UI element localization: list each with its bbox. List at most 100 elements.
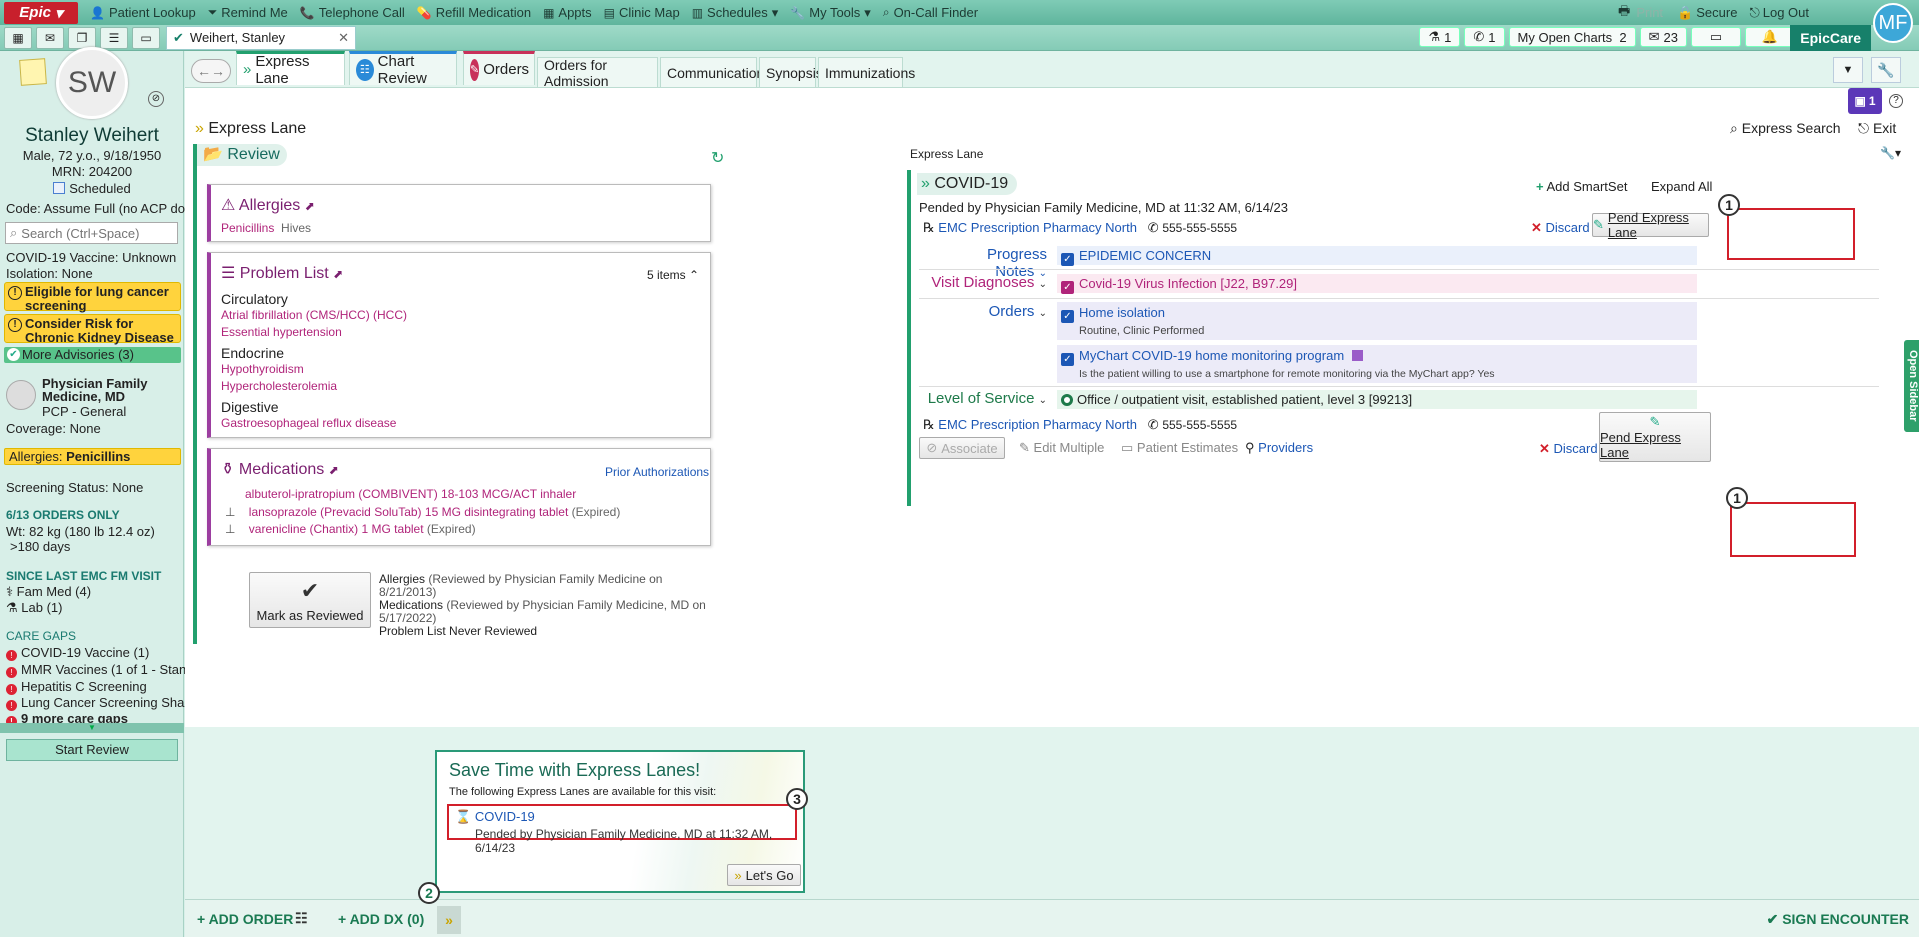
more-activities-button[interactable]: ▼ xyxy=(1833,57,1863,83)
covid-vaccine-status[interactable]: COVID-19 Vaccine: Unknown xyxy=(6,250,176,265)
schedule-button[interactable]: ▦ xyxy=(4,26,32,49)
checkbox-checked-icon[interactable]: ✓ xyxy=(1061,310,1074,323)
allergies-title[interactable]: ⚠ Allergies ⬈ xyxy=(221,195,315,215)
level-of-service-item[interactable]: Office / outpatient visit, established p… xyxy=(1057,390,1697,409)
care-gap-item[interactable]: ! Hepatitis C Screening xyxy=(6,679,147,695)
progress-notes-item[interactable]: ✓ EPIDEMIC CONCERN xyxy=(1057,246,1697,266)
start-review-button[interactable]: Start Review xyxy=(6,739,178,761)
patient-name[interactable]: Stanley Weihert xyxy=(0,125,184,147)
level-of-service-label[interactable]: Level of Service ⌄ xyxy=(917,390,1047,407)
add-smartset-button[interactable]: + Add SmartSet xyxy=(1536,179,1627,194)
tools-button[interactable]: 🔧 xyxy=(1871,57,1901,83)
order-item[interactable]: ✓ Home isolation Routine, Clinic Performed xyxy=(1057,302,1697,340)
edit-photo-icon[interactable]: ⊘ xyxy=(148,91,164,107)
tab-chart-review[interactable]: ☷ Chart Review xyxy=(349,51,457,87)
chat-pill[interactable]: ▭ xyxy=(1691,27,1741,47)
care-gap-item[interactable]: ! MMR Vaccines (1 of 1 - Stand... xyxy=(6,662,204,678)
discard-button-2[interactable]: ✕ Discard xyxy=(1539,441,1598,457)
refresh-icon[interactable]: ↻ xyxy=(711,148,724,168)
advisory-lung-cancer[interactable]: ! Eligible for lung cancer screening xyxy=(4,282,181,313)
pend-express-lane-button-2[interactable]: ✎ Pend Express Lane xyxy=(1599,412,1711,462)
coverage-status[interactable]: Coverage: None xyxy=(6,421,101,436)
open-sidebar-tab[interactable]: Open Sidebar xyxy=(1904,340,1919,432)
advisory-ckd[interactable]: ! Consider Risk for Chronic Kidney Diseas… xyxy=(4,314,181,345)
search-input[interactable] xyxy=(21,225,162,241)
epic-logo[interactable]: Epic ▾ xyxy=(4,1,78,24)
tab-communications[interactable]: Communications xyxy=(660,57,771,87)
flask-pill[interactable]: ⚗ 1 xyxy=(1419,27,1461,47)
phone-pill[interactable]: ✆ 1 xyxy=(1464,27,1505,47)
expand-all-button[interactable]: Expand All xyxy=(1651,179,1712,194)
order-list-icon[interactable]: ☷ xyxy=(295,910,308,927)
problem-item[interactable]: Atrial fibrillation (CMS/HCC) (HCC) xyxy=(221,308,407,322)
sticky-note-icon[interactable] xyxy=(19,58,47,86)
tab-orders-for-admission[interactable]: Orders for Admission xyxy=(537,57,658,89)
checkbox-checked-icon[interactable]: ✓ xyxy=(1061,281,1074,294)
forward-icon[interactable]: → xyxy=(211,63,225,79)
print-button[interactable]: Print xyxy=(1636,5,1663,20)
toolbar-on-call-finder[interactable]: ⌕ On-Call Finder xyxy=(883,5,978,20)
problem-item[interactable]: Essential hypertension xyxy=(221,325,342,339)
medications-title[interactable]: ⚱ Medications ⬈ xyxy=(221,459,339,479)
fam-med-visits[interactable]: ⚕ Fam Med (4) xyxy=(6,584,91,600)
sidebar-scroll-bar[interactable]: ▼ xyxy=(0,723,184,733)
inbox-pill[interactable]: ✉ 23 xyxy=(1639,27,1687,47)
print-icon[interactable]: 🖶 xyxy=(1618,2,1630,24)
logout-button[interactable]: Log Out xyxy=(1763,5,1809,20)
toolbar-appts[interactable]: ▦ Appts xyxy=(543,5,592,20)
toolbar-my-tools[interactable]: 🔧 My Tools ▾ xyxy=(790,5,871,21)
exit-link[interactable]: ⎋ Exit xyxy=(1858,120,1896,137)
tab-express-lane[interactable]: » Express Lane xyxy=(236,51,345,87)
open-charts-pill[interactable]: My Open Charts 2 xyxy=(1508,27,1636,47)
patient-workspace-tab[interactable]: ✔ Weihert, Stanley ✕ xyxy=(166,25,356,50)
toolbar-telephone-call[interactable]: 📞 Telephone Call xyxy=(300,5,405,20)
film-badge[interactable]: ▣ 1 xyxy=(1848,88,1882,114)
tab-immunizations[interactable]: Immunizations xyxy=(818,57,915,87)
toolbar-patient-lookup[interactable]: 👤 Patient Lookup xyxy=(90,5,196,20)
tab-synopsis[interactable]: Synopsis xyxy=(759,57,823,87)
patient-estimates-button[interactable]: ▭ Patient Estimates xyxy=(1121,440,1238,456)
popup-lane-option[interactable]: ⌛ COVID-19 Pended by Physician Family Me… xyxy=(447,804,797,855)
visit-diagnosis-item[interactable]: ✓ Covid-19 Virus Infection [J22, B97.29] xyxy=(1057,274,1697,294)
pharmacy-row[interactable]: ℞ EMC Prescription Pharmacy North ✆ 555-… xyxy=(923,220,1237,236)
problem-item[interactable]: Hypothyroidism xyxy=(221,362,304,376)
list-button[interactable]: ☰ xyxy=(100,26,128,49)
express-lane-toggle[interactable]: » xyxy=(437,906,461,934)
close-icon[interactable]: ✕ xyxy=(338,30,349,46)
providers-button[interactable]: ⚲ Providers xyxy=(1245,440,1313,456)
radio-selected-icon[interactable] xyxy=(1061,394,1073,406)
lab-results[interactable]: ⚗ Lab (1) xyxy=(6,600,62,616)
secure-button[interactable]: Secure xyxy=(1696,5,1737,20)
charts-button[interactable]: ❐ xyxy=(68,26,96,49)
patient-photo-avatar[interactable]: SW xyxy=(56,47,128,119)
medication-row[interactable]: ⊥ lansoprazole (Prevacid SoluTab) 15 MG … xyxy=(225,505,620,519)
problem-list-title[interactable]: ☰ Problem List ⬈ xyxy=(221,263,343,283)
help-icon[interactable]: ? xyxy=(1889,94,1903,108)
medication-row[interactable]: albuterol-ipratropium (COMBIVENT) 18-103… xyxy=(245,487,576,501)
monitor-button[interactable]: ▭ xyxy=(132,26,160,49)
edit-multiple-button[interactable]: ✎ Edit Multiple xyxy=(1019,440,1104,456)
toolbar-refill-medication[interactable]: 💊 Refill Medication xyxy=(417,5,531,20)
checkbox-checked-icon[interactable]: ✓ xyxy=(1061,353,1074,366)
sidebar-search[interactable]: ⌕ xyxy=(5,222,178,244)
sign-encounter-button[interactable]: ✔ SIGN ENCOUNTER xyxy=(1767,911,1909,928)
pharmacy-row-2[interactable]: ℞ EMC Prescription Pharmacy North ✆ 555-… xyxy=(923,417,1237,433)
pcp-name[interactable]: Physician Family Medicine, MD xyxy=(42,377,182,403)
prior-authorizations-link[interactable]: Prior Authorizations xyxy=(605,465,709,479)
associate-button[interactable]: ⊘ Associate xyxy=(919,437,1005,459)
visit-diagnoses-label[interactable]: Visit Diagnoses ⌄ xyxy=(931,274,1047,291)
weight[interactable]: Wt: 82 kg (180 lb 12.4 oz) xyxy=(6,524,155,539)
problem-item[interactable]: Hypercholesterolemia xyxy=(221,379,337,393)
express-search-link[interactable]: ⌕ Express Search xyxy=(1730,120,1841,137)
back-forward-nav[interactable]: ←→ xyxy=(191,59,231,83)
screening-status[interactable]: Screening Status: None xyxy=(6,480,143,495)
tab-orders[interactable]: ✎ Orders xyxy=(463,51,535,85)
orders-label[interactable]: Orders ⌄ xyxy=(947,303,1047,320)
discard-button[interactable]: ✕ Discard xyxy=(1531,220,1590,236)
toolbar-clinic-map[interactable]: ▤ Clinic Map xyxy=(604,5,680,20)
lets-go-button[interactable]: » Let's Go xyxy=(727,864,801,886)
add-dx-button[interactable]: + ADD DX (0) xyxy=(338,911,424,927)
allergy-row[interactable]: Penicillins Hives xyxy=(221,221,311,235)
order-item[interactable]: ✓ MyChart COVID-19 home monitoring progra… xyxy=(1057,345,1697,383)
toolbar-remind-me[interactable]: ⏷ Remind Me xyxy=(208,5,288,20)
